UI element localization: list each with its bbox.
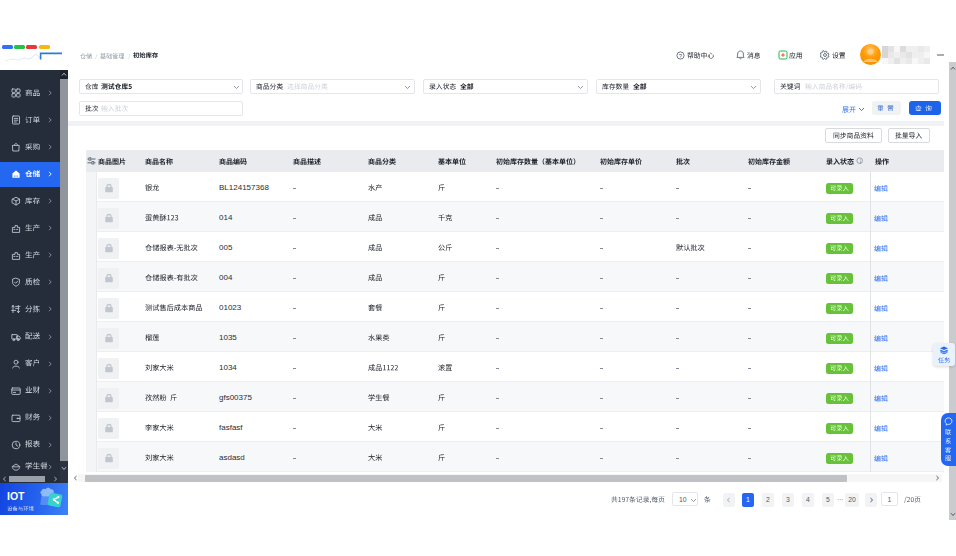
svg-text:?: ? xyxy=(679,53,683,59)
